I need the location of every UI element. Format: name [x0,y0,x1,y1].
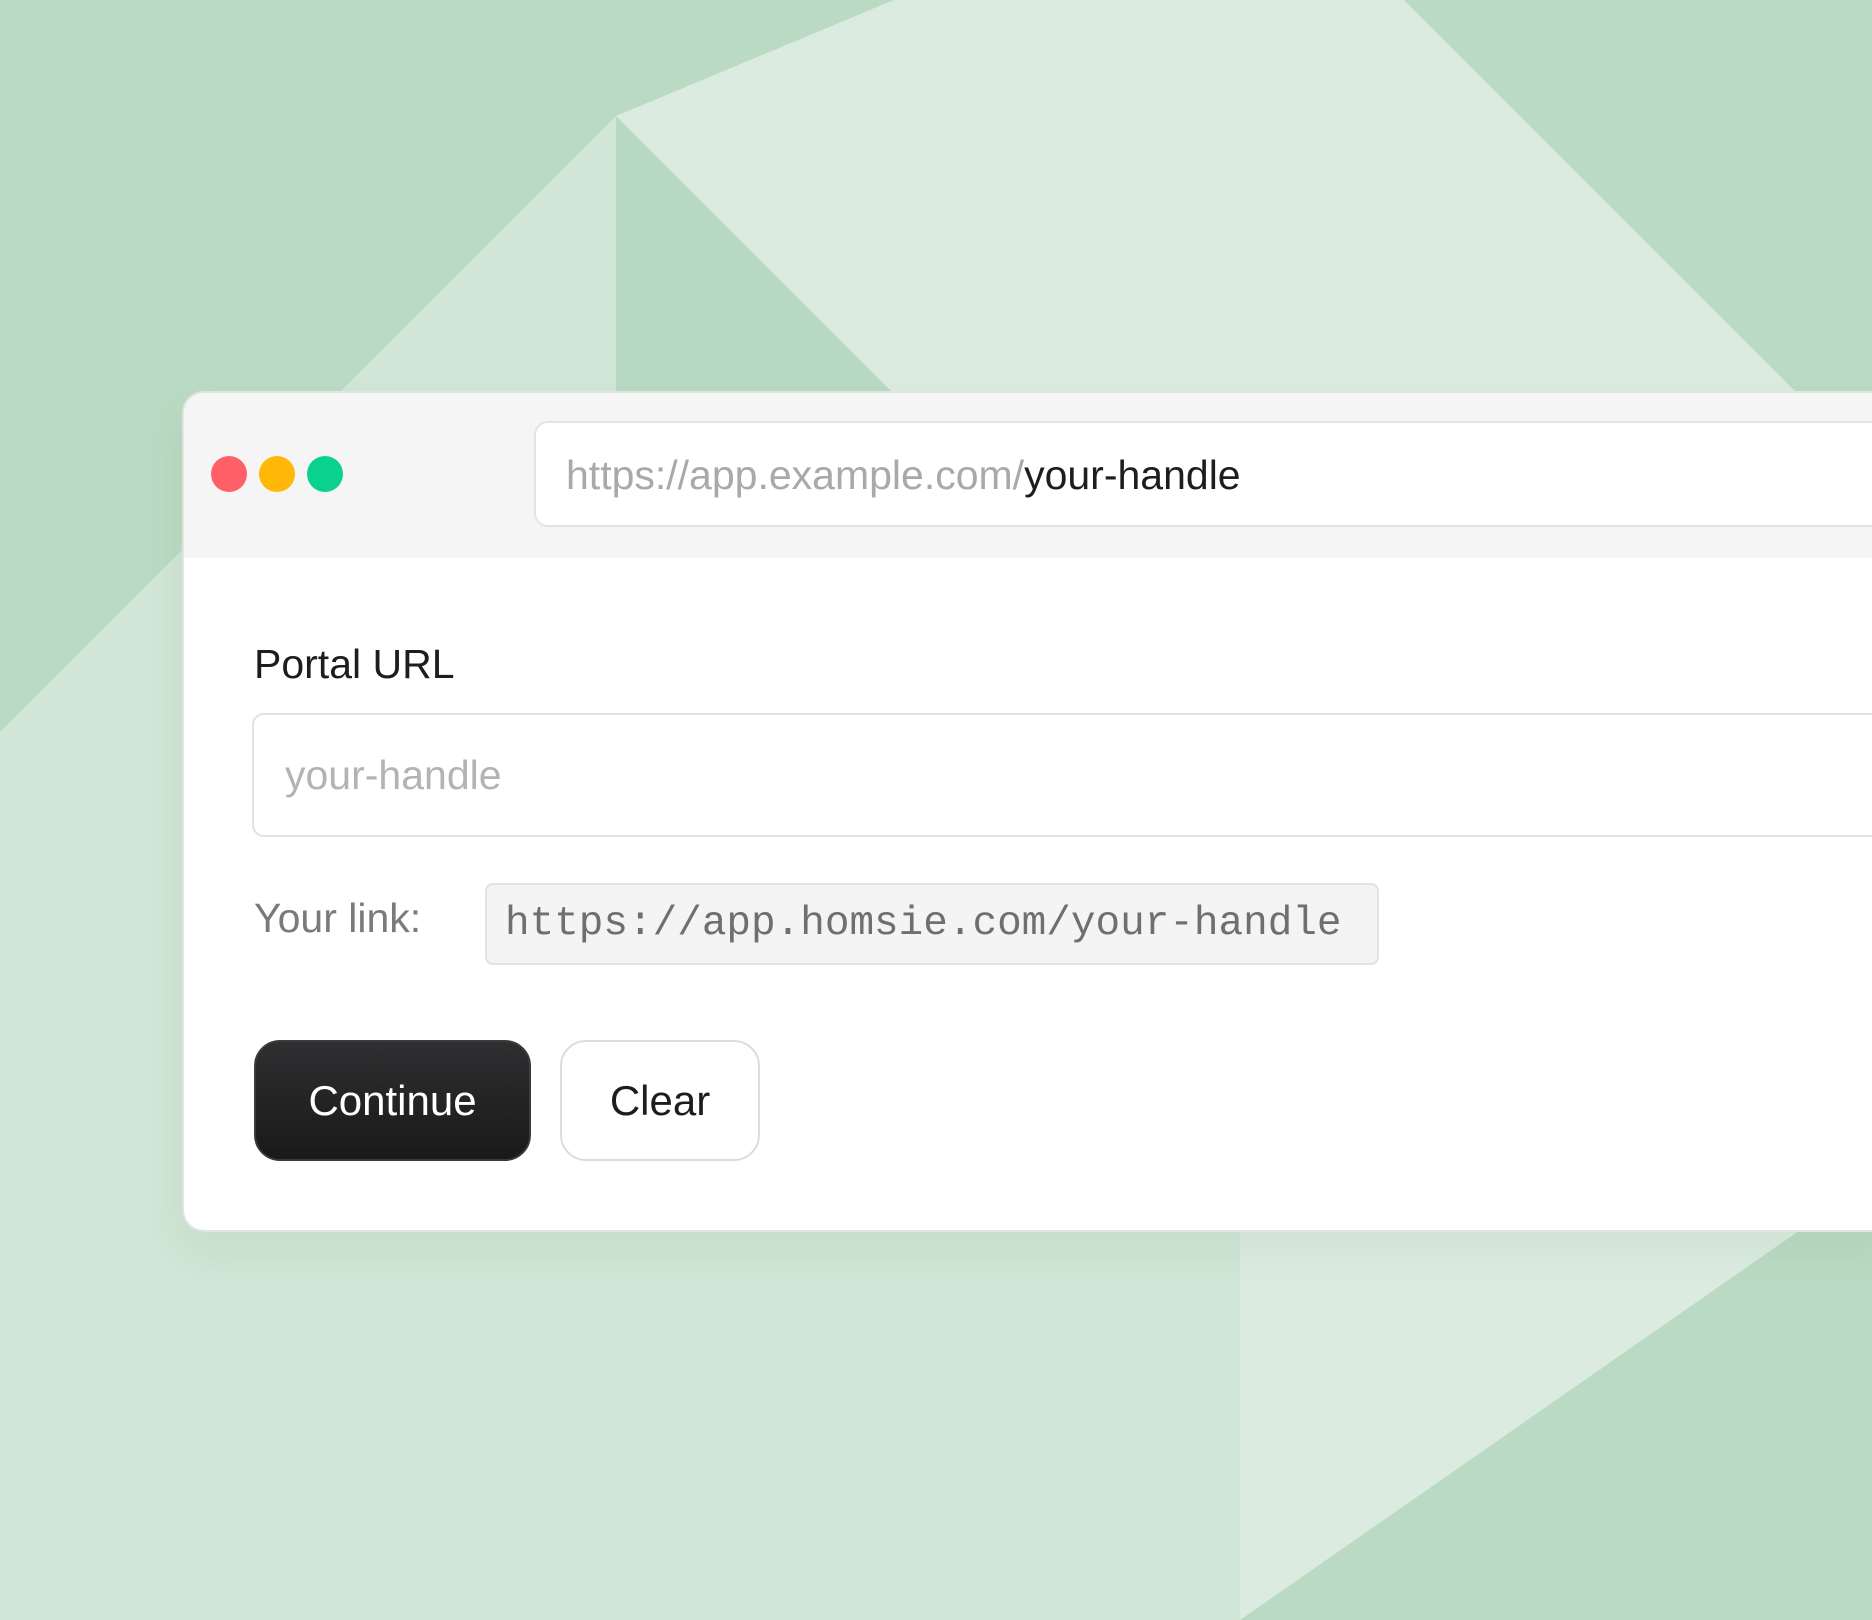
link-preview: https://app.homsie.com/your-handle [485,883,1379,965]
browser-window: https://app.example.com/your-handle Port… [182,391,1872,1232]
close-window-dot[interactable] [211,456,247,492]
maximize-window-dot[interactable] [307,456,343,492]
address-bar[interactable]: https://app.example.com/your-handle [534,421,1872,527]
address-url: https://app.example.com/your-handle [566,423,1241,527]
address-handle: your-handle [1024,452,1241,498]
address-base-url: https://app.example.com/ [566,452,1025,498]
link-preview-url: https://app.homsie.com/your-handle [505,901,1342,947]
minimize-window-dot[interactable] [259,456,295,492]
portal-handle-input[interactable] [252,713,1872,837]
clear-button[interactable]: Clear [560,1040,760,1161]
portal-url-label: Portal URL [254,641,455,687]
browser-titlebar: https://app.example.com/your-handle [184,393,1872,558]
continue-button[interactable]: Continue [254,1040,531,1161]
your-link-label: Your link: [254,895,422,941]
